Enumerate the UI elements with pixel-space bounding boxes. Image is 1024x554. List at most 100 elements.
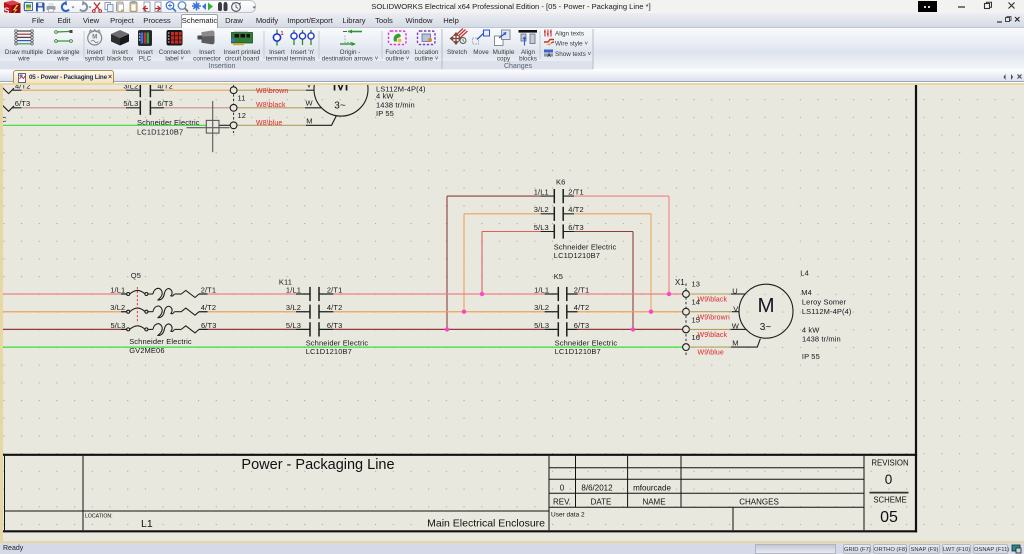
svg-text:3~: 3~ [334, 100, 346, 111]
svg-text:W8\blue: W8\blue [256, 120, 282, 127]
svg-text:1: 1 [281, 31, 284, 37]
svg-text:Leroy Somer: Leroy Somer [802, 298, 847, 307]
svg-text:Schneider Electric: Schneider Electric [555, 338, 618, 347]
svg-text:6/T3: 6/T3 [15, 99, 30, 108]
svg-text:blocks: blocks [519, 56, 537, 63]
svg-text:REV.: REV. [553, 497, 571, 506]
svg-text:0: 0 [885, 472, 893, 487]
svg-text:M: M [306, 116, 312, 125]
svg-text:LC1D1210B7: LC1D1210B7 [137, 128, 183, 137]
svg-text:LC1D1210B7: LC1D1210B7 [554, 251, 600, 260]
svg-text:3~: 3~ [760, 322, 772, 333]
svg-text:IP 55: IP 55 [376, 109, 394, 118]
svg-text:5/L3: 5/L3 [534, 321, 549, 330]
svg-text:2/T1: 2/T1 [574, 286, 590, 295]
svg-text:terminal: terminal [266, 56, 288, 63]
svg-text:LOCATION:: LOCATION: [85, 513, 113, 519]
svg-text:SCHEME: SCHEME [873, 496, 906, 505]
svg-text:W9\black: W9\black [698, 297, 728, 304]
svg-text:5/L3: 5/L3 [534, 223, 549, 232]
svg-text:circuit board: circuit board [225, 56, 260, 63]
svg-text:4/T2: 4/T2 [568, 205, 584, 214]
svg-text:black box: black box [107, 56, 134, 63]
svg-text:4/T2: 4/T2 [157, 85, 173, 91]
svg-text:W9\brown: W9\brown [698, 314, 730, 321]
svg-text:label ˅: label ˅ [165, 56, 184, 63]
svg-text:2/T1: 2/T1 [327, 286, 343, 295]
svg-text:4/T2: 4/T2 [15, 85, 31, 91]
svg-text:copy: copy [497, 56, 511, 63]
svg-text:2/T1: 2/T1 [201, 286, 217, 295]
svg-text:V: V [307, 85, 312, 90]
svg-text:Insertion: Insertion [209, 63, 236, 70]
svg-text:outline ˅: outline ˅ [415, 56, 439, 63]
svg-text:6/T3: 6/T3 [574, 321, 590, 330]
svg-text:12: 12 [238, 111, 247, 120]
svg-text:Schneider Electric: Schneider Electric [554, 242, 617, 251]
svg-text:REVISION: REVISION [871, 458, 908, 467]
svg-text:GV2ME06: GV2ME06 [129, 346, 164, 355]
svg-text:L4: L4 [800, 268, 809, 277]
svg-text:0: 0 [560, 484, 565, 493]
svg-text:terminals: terminals [290, 56, 316, 63]
svg-text:3/L2: 3/L2 [110, 303, 125, 312]
svg-text:5/L3: 5/L3 [286, 321, 301, 330]
svg-text:Power - Packaging Line: Power - Packaging Line [241, 457, 394, 473]
svg-text:05: 05 [880, 509, 898, 526]
svg-text:5/L3: 5/L3 [123, 99, 138, 108]
svg-text:Align texts: Align texts [555, 31, 584, 38]
svg-text:Changes: Changes [504, 63, 533, 70]
svg-text:M: M [332, 85, 349, 96]
svg-text:wire: wire [56, 56, 69, 63]
svg-text:1438 tr/min: 1438 tr/min [802, 334, 841, 343]
svg-text:6/T3: 6/T3 [327, 321, 343, 330]
svg-text:6/T3: 6/T3 [568, 223, 584, 232]
svg-text:6/T3: 6/T3 [157, 99, 173, 108]
svg-text:LC1D1210B7: LC1D1210B7 [555, 347, 601, 356]
svg-text:K5: K5 [554, 272, 563, 281]
svg-text:W9\blue: W9\blue [698, 349, 724, 356]
svg-text:13: 13 [692, 280, 701, 289]
svg-text:V: V [733, 304, 738, 313]
svg-text:1438 tr/min: 1438 tr/min [376, 100, 415, 109]
svg-text:1/L1: 1/L1 [534, 187, 549, 196]
svg-text:2/T1: 2/T1 [568, 187, 584, 196]
svg-text:4 kW: 4 kW [376, 91, 394, 100]
svg-text:U: U [732, 287, 738, 296]
svg-text:6/T3: 6/T3 [201, 321, 217, 330]
svg-text:1/L1: 1/L1 [110, 286, 125, 295]
svg-text:W: W [732, 322, 740, 331]
svg-text:4/T2: 4/T2 [201, 303, 217, 312]
svg-text:Stretch: Stretch [447, 49, 467, 56]
svg-text:M: M [92, 35, 97, 41]
svg-text:L1: L1 [141, 518, 153, 530]
svg-text:M: M [732, 339, 738, 348]
svg-text:W: W [306, 98, 314, 107]
svg-text:Main Electrical Enclosure: Main Electrical Enclosure [427, 517, 545, 529]
svg-text:mfourcade: mfourcade [633, 484, 671, 493]
svg-text:destination arrows ˅: destination arrows ˅ [322, 56, 379, 63]
svg-text:3/L2: 3/L2 [534, 205, 549, 214]
svg-text:NAME: NAME [642, 497, 665, 506]
svg-text:5/L3: 5/L3 [111, 321, 126, 330]
svg-text:4/T2: 4/T2 [327, 303, 343, 312]
svg-text:symbol: symbol [85, 56, 105, 63]
svg-text:IP 55: IP 55 [802, 352, 820, 361]
svg-text:W8\brown: W8\brown [256, 88, 288, 95]
svg-text:1/L1: 1/L1 [286, 286, 301, 295]
svg-text:Q5: Q5 [131, 271, 141, 280]
svg-text:connector: connector [193, 56, 221, 63]
svg-text:M4: M4 [801, 288, 812, 297]
svg-text:Wire style ˅: Wire style ˅ [555, 40, 588, 47]
svg-text:X1: X1 [675, 278, 685, 287]
svg-text:wire: wire [17, 56, 30, 63]
svg-text:User data 2: User data 2 [551, 511, 585, 518]
svg-text:PLC: PLC [139, 56, 152, 63]
svg-text:3/L2: 3/L2 [534, 303, 549, 312]
svg-text:LS112M-4P(4): LS112M-4P(4) [802, 307, 852, 316]
svg-text:K6: K6 [556, 177, 565, 186]
svg-text:Move: Move [473, 49, 489, 56]
svg-text:outline ˅: outline ˅ [386, 56, 410, 63]
svg-text:Schneider Electric: Schneider Electric [129, 337, 192, 346]
svg-text:Schneider Electric: Schneider Electric [137, 118, 200, 127]
